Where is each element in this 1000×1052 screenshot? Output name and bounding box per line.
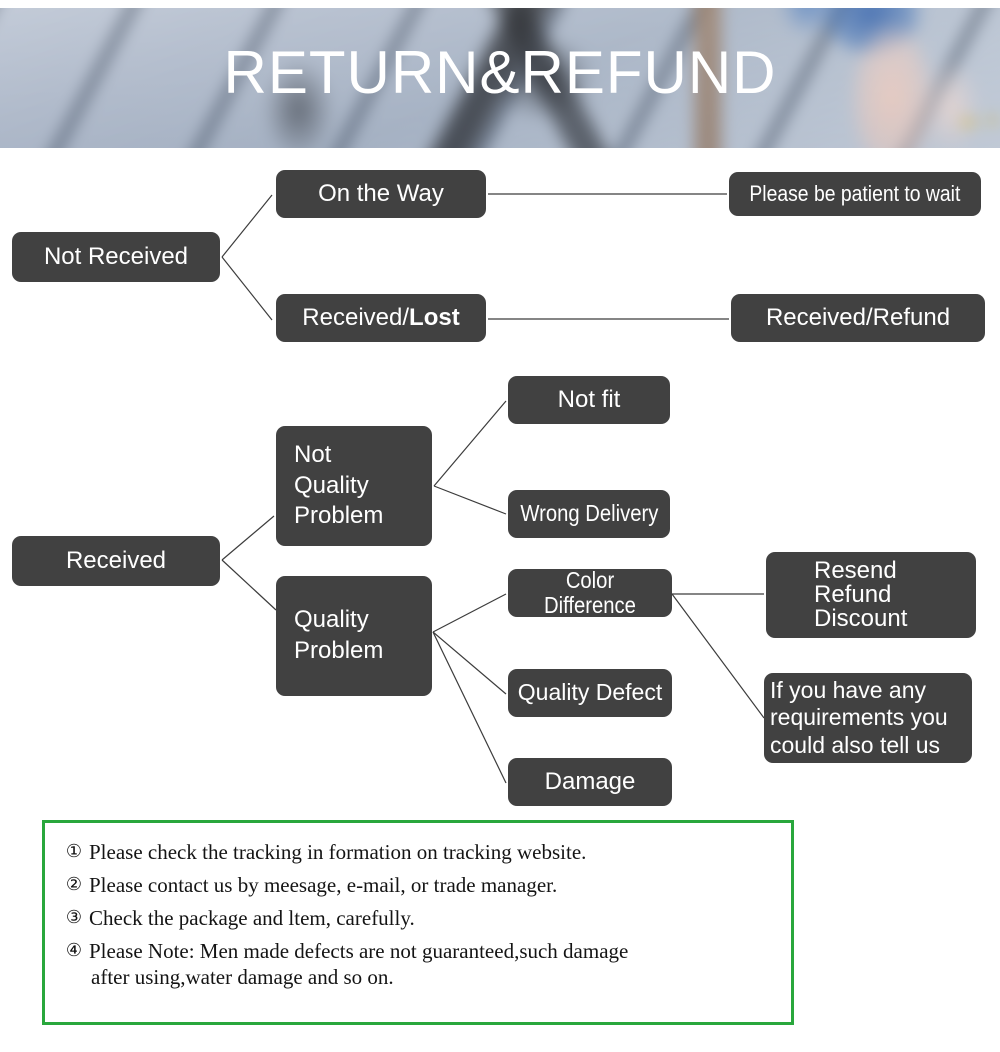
link-quality-problem-to-color-difference [432,593,507,633]
note-text-continuation-4: after using,water damage and so on. [91,965,394,989]
note-number-1: ① [65,841,83,862]
return-refund-flowchart: Not Received On the Way Received/Lost Pleas… [0,148,1000,820]
node-label-not-received: Not Received [43,242,189,270]
node-label-color-difference: Color Difference [544,566,636,618]
node-label-damage: Damage [544,767,636,795]
node-label-quality-defect: Quality Defect [517,679,663,706]
node-resend-refund-discount: Resend Refund Discount [766,552,976,638]
node-on-the-way: On the Way [276,170,486,218]
node-color-difference: Color Difference [508,566,672,618]
node-label-received-refund: Received/Refund [765,303,951,331]
note-number-2: ② [65,874,83,895]
node-damage: Damage [508,758,672,806]
note-text-4: Please Note: Men made defects are not gu… [89,938,781,990]
node-label-resend-refund-discount: Resend Refund Discount [814,557,908,632]
link-received-to-not-quality-problem [221,515,275,561]
node-label-received: Received [65,546,167,574]
node-if-you-have-any-requirements: If you have any requirements you could als… [764,673,972,763]
link-not-quality-problem-to-wrong-delivery [433,485,507,515]
node-label-if-you-have-any-requirements: If you have any requirements you could als… [770,677,948,758]
node-label-received-lost: Received/Lost [302,303,460,331]
node-label-wrong-delivery: Wrong Delivery [520,500,658,527]
link-quality-problem-to-quality-defect [432,631,507,695]
note-item: ① Please check the tracking in formation … [59,839,781,865]
note-number-3: ③ [65,907,83,928]
node-quality-problem: Quality Problem [276,576,432,696]
note-item: ② Please contact us by meesage, e-mail, o… [59,872,781,898]
node-wrong-delivery: Wrong Delivery [508,490,670,538]
node-label-please-be-patient: Please be patient to wait [749,180,961,206]
notes-panel: ① Please check the tracking in formation … [42,820,794,1025]
note-item: ④ Please Note: Men made defects are not g… [59,938,781,990]
node-received: Received [12,536,220,586]
node-not-quality-problem: Not Quality Problem [276,426,432,546]
link-not-received-to-on-the-way [221,194,273,258]
page-title: RETURN&REFUND [223,39,777,106]
node-received-lost: Received/Lost [276,294,486,342]
note-item: ③ Check the package and ltem, carefully. [59,905,781,931]
link-not-quality-problem-to-not-fit [433,400,507,487]
link-received-to-quality-problem [221,559,277,611]
node-quality-defect: Quality Defect [508,669,672,717]
link-color-difference-to-if-you-have-any-requirements [671,593,765,719]
node-label-on-the-way: On the Way [318,179,444,207]
node-label-emphasis: Lost [409,303,460,331]
node-not-received: Not Received [12,232,220,282]
node-please-be-patient: Please be patient to wait [729,172,981,216]
node-label-not-quality-problem: Not Quality Problem [294,440,384,530]
note-text-2: Please contact us by meesage, e-mail, or… [89,873,558,897]
node-not-fit: Not fit [508,376,670,424]
node-received-refund: Received/Refund [731,294,985,342]
note-text-3: Check the package and ltem, carefully. [89,906,415,930]
header-banner: RETURN&REFUND [0,8,1000,148]
node-label-not-fit: Not fit [557,385,621,413]
node-label-quality-problem: Quality Problem [294,606,384,664]
link-not-received-to-received-lost [221,256,273,321]
note-number-4: ④ [65,940,83,961]
link-quality-problem-to-damage [432,631,507,784]
note-text-1: Please check the tracking in formation o… [89,840,587,864]
